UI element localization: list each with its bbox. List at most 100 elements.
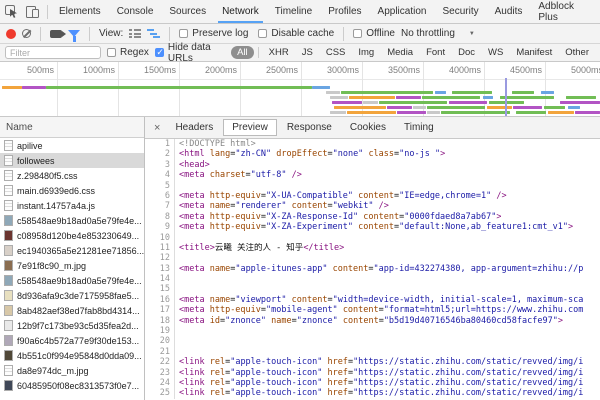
device-toolbar-icon[interactable] bbox=[26, 6, 39, 18]
details-tab-timing[interactable]: Timing bbox=[396, 120, 442, 135]
request-row[interactable]: apilive bbox=[0, 138, 144, 153]
timeline-tick-label: 4000ms bbox=[429, 65, 481, 75]
tab-application[interactable]: Application bbox=[370, 0, 435, 23]
tabbar-icons bbox=[0, 0, 44, 23]
request-row[interactable]: 7e91f8c90_m.jpg bbox=[0, 258, 144, 273]
code-line: 7<meta name="renderer" content="webkit" … bbox=[145, 201, 600, 211]
preserve-log-checkbox[interactable] bbox=[179, 29, 188, 38]
code-token: 云曦 关注的人 - 知乎 bbox=[215, 243, 303, 253]
filter-type-doc[interactable]: Doc bbox=[452, 46, 481, 59]
code-token: href bbox=[327, 388, 347, 398]
hide-data-urls-checkbox[interactable] bbox=[155, 48, 164, 57]
filter-type-js[interactable]: JS bbox=[296, 46, 319, 59]
request-name: 8ab482aef38ed7fab8bd4314... bbox=[17, 306, 140, 316]
show-overview-icon[interactable] bbox=[147, 29, 160, 38]
waterfall-bar bbox=[334, 106, 386, 109]
tab-elements[interactable]: Elements bbox=[51, 0, 109, 23]
request-row[interactable]: 8ab482aef38ed7fab8bd4314... bbox=[0, 303, 144, 318]
record-icon[interactable] bbox=[6, 29, 16, 39]
tab-security[interactable]: Security bbox=[434, 0, 486, 23]
waterfall-bar bbox=[397, 111, 426, 114]
hide-data-urls-item[interactable]: Hide data URLs bbox=[155, 42, 225, 64]
disable-cache-checkbox[interactable] bbox=[258, 29, 267, 38]
request-row[interactable]: da8e974dc_m.jpg bbox=[0, 363, 144, 378]
filter-type-font[interactable]: Font bbox=[420, 46, 451, 59]
code-token: "0000fdaed8a7ab67" bbox=[404, 212, 496, 222]
details-tab-response[interactable]: Response bbox=[279, 120, 340, 135]
code-token: "IE=edge,chrome=1" bbox=[399, 191, 491, 201]
filter-type-ws[interactable]: WS bbox=[482, 46, 509, 59]
throttling-select[interactable]: No throttling ▼ bbox=[401, 28, 475, 39]
network-overview-timeline[interactable]: 500ms1000ms1500ms2000ms2500ms3000ms3500m… bbox=[0, 62, 600, 117]
request-row[interactable]: ec1940365a5e21281ee71856... bbox=[0, 243, 144, 258]
details-tab-preview[interactable]: Preview bbox=[223, 119, 277, 136]
disable-cache-checkbox-item[interactable]: Disable cache bbox=[258, 28, 334, 39]
request-row[interactable]: c58548ae9b18ad0a5e79fe4e... bbox=[0, 213, 144, 228]
tab-audits[interactable]: Audits bbox=[487, 0, 531, 23]
filter-type-media[interactable]: Media bbox=[381, 46, 419, 59]
filter-type-manifest[interactable]: Manifest bbox=[510, 46, 558, 59]
preview-source-code[interactable]: 1<!DOCTYPE html>2<html lang="zh-CN" drop… bbox=[145, 139, 600, 400]
offline-checkbox-item[interactable]: Offline bbox=[353, 28, 395, 39]
request-row[interactable]: f90a6c4b572a77e9f30de153... bbox=[0, 333, 144, 348]
details-tab-headers[interactable]: Headers bbox=[167, 120, 221, 135]
waterfall-bar bbox=[566, 96, 596, 99]
hide-data-urls-label: Hide data URLs bbox=[168, 42, 225, 64]
code-text bbox=[175, 253, 179, 263]
filter-type-other[interactable]: Other bbox=[559, 46, 595, 59]
request-row[interactable]: 12b9f7c173be93c5d35fea2d... bbox=[0, 318, 144, 333]
tab-network[interactable]: Network bbox=[214, 0, 267, 23]
line-number: 15 bbox=[145, 284, 175, 294]
inspect-element-icon[interactable] bbox=[5, 5, 18, 18]
preserve-log-checkbox-item[interactable]: Preserve log bbox=[179, 28, 248, 39]
filter-input[interactable] bbox=[5, 46, 101, 59]
code-text bbox=[175, 326, 179, 336]
details-tab-cookies[interactable]: Cookies bbox=[342, 120, 394, 135]
close-details-icon[interactable]: × bbox=[147, 122, 167, 134]
request-row[interactable]: 4b551c0f994e95848d0dda09... bbox=[0, 348, 144, 363]
request-row[interactable]: instant.14757a4a.js bbox=[0, 198, 144, 213]
filter-type-xhr[interactable]: XHR bbox=[263, 46, 295, 59]
waterfall-bar bbox=[387, 106, 412, 109]
waterfall-bar bbox=[516, 111, 546, 114]
tab-timeline[interactable]: Timeline bbox=[267, 0, 320, 23]
request-row[interactable]: main.d6939ed6.css bbox=[0, 183, 144, 198]
request-row[interactable]: c58548ae9b18ad0a5e79fe4e... bbox=[0, 273, 144, 288]
details-tabbar: × HeadersPreviewResponseCookiesTiming bbox=[145, 117, 600, 139]
tab-adblock-plus[interactable]: Adblock Plus bbox=[530, 0, 600, 23]
filter-type-css[interactable]: CSS bbox=[320, 46, 352, 59]
devtools-window: ElementsConsoleSourcesNetworkTimelinePro… bbox=[0, 0, 600, 400]
large-rows-view-icon[interactable] bbox=[129, 29, 141, 38]
tab-profiles[interactable]: Profiles bbox=[320, 0, 369, 23]
request-row[interactable]: 8d936afa9c3de7175958fae5... bbox=[0, 288, 144, 303]
filter-type-all[interactable]: All bbox=[231, 46, 254, 59]
line-number: 7 bbox=[145, 201, 175, 211]
name-column-header[interactable]: Name bbox=[0, 117, 144, 138]
tab-sources[interactable]: Sources bbox=[161, 0, 214, 23]
request-details-pane: × HeadersPreviewResponseCookiesTiming 1<… bbox=[145, 117, 600, 400]
request-row[interactable]: 60485950f08ec8313573f0e7... bbox=[0, 378, 144, 393]
capture-screenshots-icon[interactable] bbox=[50, 30, 62, 38]
image-thumbnail-icon bbox=[4, 260, 13, 271]
code-token: content bbox=[292, 201, 328, 211]
waterfall-bar bbox=[513, 106, 542, 109]
waterfall-bar bbox=[326, 91, 340, 94]
waterfall-bar bbox=[449, 101, 487, 104]
code-token: "none" bbox=[333, 149, 364, 159]
request-row[interactable]: c08958d120be4e853230649... bbox=[0, 228, 144, 243]
code-line: 14 bbox=[145, 274, 600, 284]
request-name: main.d6939ed6.css bbox=[17, 186, 95, 196]
request-row[interactable]: z.298480f5.css bbox=[0, 168, 144, 183]
code-token: "mobile-agent" bbox=[266, 305, 338, 315]
request-row[interactable]: followees bbox=[0, 153, 144, 168]
code-token: http-equiv bbox=[210, 305, 261, 315]
regex-checkbox[interactable] bbox=[107, 48, 116, 57]
tab-console[interactable]: Console bbox=[109, 0, 162, 23]
filter-icon[interactable] bbox=[68, 30, 80, 37]
filter-type-img[interactable]: Img bbox=[352, 46, 380, 59]
offline-checkbox[interactable] bbox=[353, 29, 362, 38]
regex-checkbox-item[interactable]: Regex bbox=[107, 47, 149, 58]
code-token: "apple-touch-icon" bbox=[230, 388, 322, 398]
clear-icon[interactable] bbox=[22, 29, 31, 38]
code-text: <meta name="apple-itunes-app" content="a… bbox=[175, 264, 583, 274]
